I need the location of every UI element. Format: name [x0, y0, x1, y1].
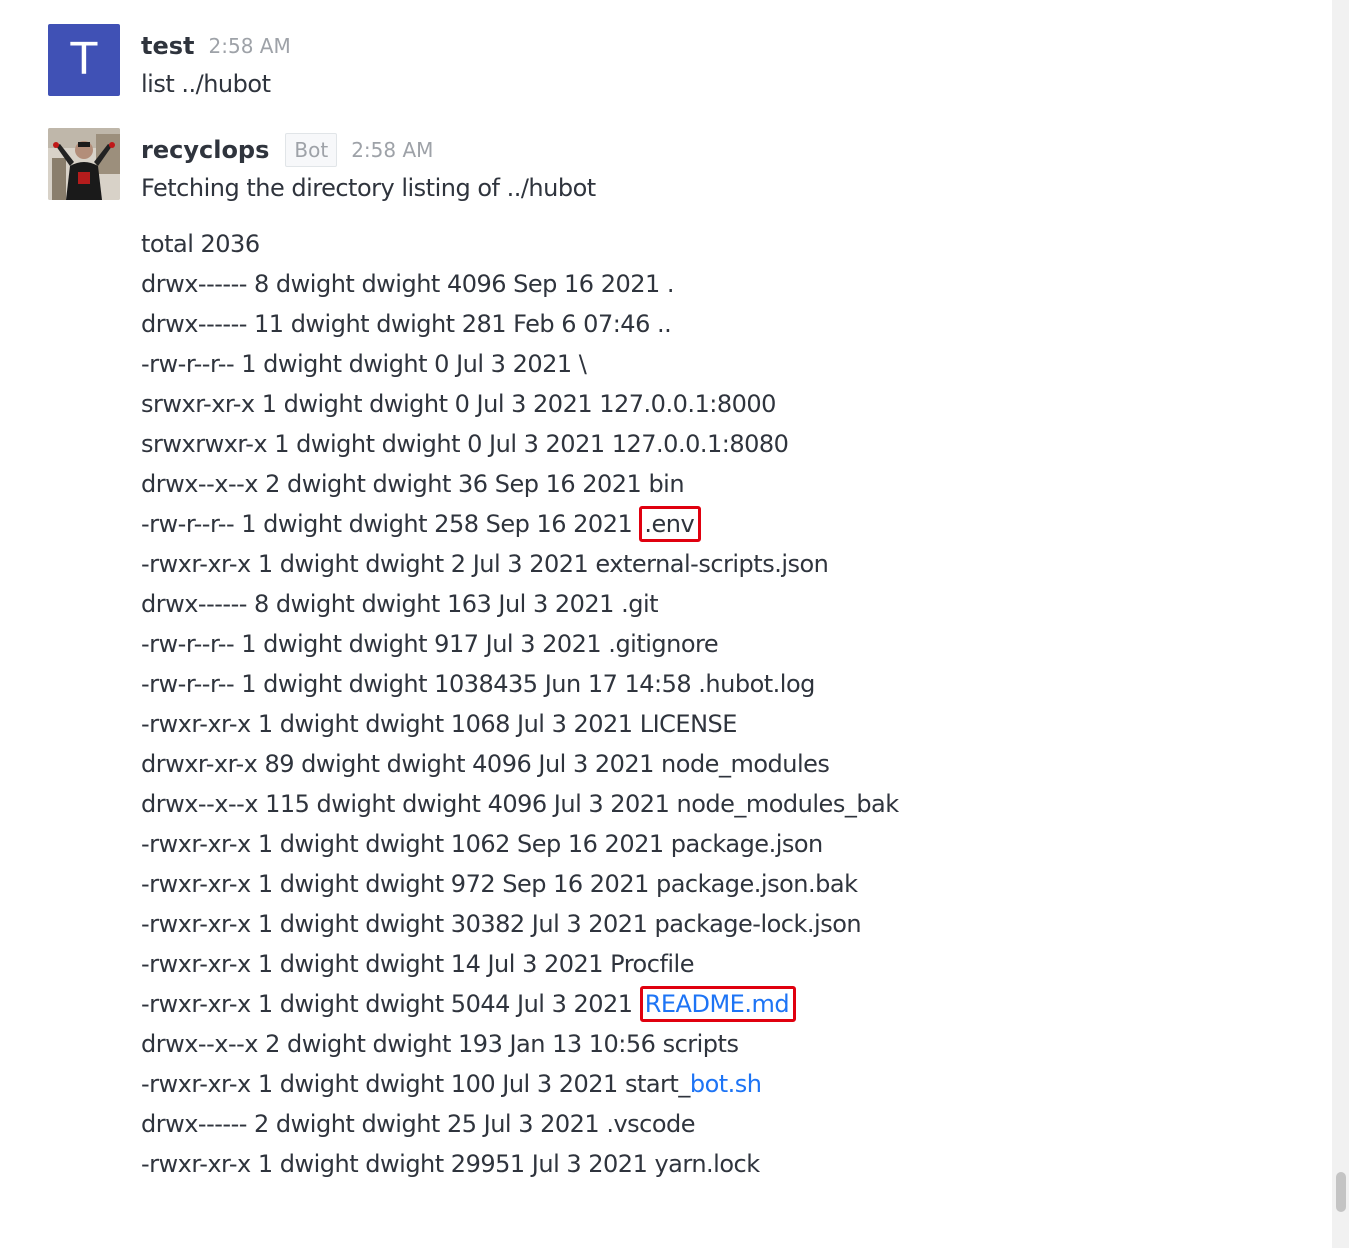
listing-total: total 2036 — [141, 230, 260, 258]
user-photo-icon — [48, 128, 120, 200]
listing-line: -rw-r--r-- 1 dwight dwight 0 Jul 3 2021 … — [141, 344, 1241, 384]
listing-line-text: drwx--x--x 2 dwight dwight 193 Jan 13 10… — [141, 1030, 739, 1058]
listing-line-text: drwx------ 11 dwight dwight 281 Feb 6 07… — [141, 310, 672, 338]
listing-line-text: drwx--x--x 115 dwight dwight 4096 Jul 3 … — [141, 790, 899, 818]
listing-line: -rwxr-xr-x 1 dwight dwight 5044 Jul 3 20… — [141, 984, 1241, 1024]
message-header: recyclops Bot 2:58 AM — [141, 132, 1241, 168]
highlighted-file-link[interactable]: README.md — [639, 986, 797, 1022]
message-body: test 2:58 AM list ../hubot — [141, 24, 1241, 104]
highlighted-filename: .env — [639, 506, 702, 542]
listing-line: -rwxr-xr-x 1 dwight dwight 1068 Jul 3 20… — [141, 704, 1241, 744]
bot-badge: Bot — [285, 133, 338, 167]
directory-listing: total 2036 drwx------ 8 dwight dwight 40… — [141, 224, 1241, 1184]
listing-lines: drwx------ 8 dwight dwight 4096 Sep 16 2… — [141, 264, 1241, 1184]
listing-line-text: -rwxr-xr-x 1 dwight dwight 100 Jul 3 202… — [141, 1070, 690, 1098]
listing-line-text: -rwxr-xr-x 1 dwight dwight 30382 Jul 3 2… — [141, 910, 862, 938]
listing-line: srwxrwxr-x 1 dwight dwight 0 Jul 3 2021 … — [141, 424, 1241, 464]
listing-line: drwx------ 8 dwight dwight 4096 Sep 16 2… — [141, 264, 1241, 304]
listing-line-text: -rw-r--r-- 1 dwight dwight 1038435 Jun 1… — [141, 670, 815, 698]
listing-line-text: -rwxr-xr-x 1 dwight dwight 2 Jul 3 2021 … — [141, 550, 829, 578]
username[interactable]: recyclops — [141, 136, 269, 164]
message-timestamp[interactable]: 2:58 AM — [209, 34, 291, 58]
listing-line: -rwxr-xr-x 1 dwight dwight 972 Sep 16 20… — [141, 864, 1241, 904]
message-timestamp[interactable]: 2:58 AM — [351, 138, 433, 162]
listing-line: -rw-r--r-- 1 dwight dwight 917 Jul 3 202… — [141, 624, 1241, 664]
user-avatar[interactable]: T — [48, 24, 120, 96]
message-body: recyclops Bot 2:58 AM Fetching the direc… — [141, 128, 1241, 1184]
listing-line: -rwxr-xr-x 1 dwight dwight 30382 Jul 3 2… — [141, 904, 1241, 944]
listing-line: drwx--x--x 2 dwight dwight 193 Jan 13 10… — [141, 1024, 1241, 1064]
listing-line: drwx--x--x 2 dwight dwight 36 Sep 16 202… — [141, 464, 1241, 504]
listing-line: -rwxr-xr-x 1 dwight dwight 1062 Sep 16 2… — [141, 824, 1241, 864]
listing-line-text: drwx------ 2 dwight dwight 25 Jul 3 2021… — [141, 1110, 696, 1138]
file-link[interactable]: bot.sh — [690, 1070, 762, 1098]
listing-line: -rwxr-xr-x 1 dwight dwight 29951 Jul 3 2… — [141, 1144, 1241, 1184]
chat-message-list: T test 2:58 AM list ../hubot recyclops B… — [0, 0, 1332, 1248]
listing-line: -rwxr-xr-x 1 dwight dwight 2 Jul 3 2021 … — [141, 544, 1241, 584]
listing-line: drwx------ 2 dwight dwight 25 Jul 3 2021… — [141, 1104, 1241, 1144]
listing-line: srwxr-xr-x 1 dwight dwight 0 Jul 3 2021 … — [141, 384, 1241, 424]
listing-line-text: drwxr-xr-x 89 dwight dwight 4096 Jul 3 2… — [141, 750, 830, 778]
listing-line-text: -rwxr-xr-x 1 dwight dwight 972 Sep 16 20… — [141, 870, 858, 898]
listing-line-text: -rw-r--r-- 1 dwight dwight 917 Jul 3 202… — [141, 630, 719, 658]
listing-line: -rw-r--r-- 1 dwight dwight 1038435 Jun 1… — [141, 664, 1241, 704]
listing-line-text: srwxr-xr-x 1 dwight dwight 0 Jul 3 2021 … — [141, 390, 776, 418]
message-text: Fetching the directory listing of ../hub… — [141, 174, 596, 202]
listing-line: drwx------ 8 dwight dwight 163 Jul 3 202… — [141, 584, 1241, 624]
listing-line-text: -rwxr-xr-x 1 dwight dwight 29951 Jul 3 2… — [141, 1150, 760, 1178]
user-photo-avatar[interactable] — [48, 128, 120, 200]
listing-line-text: drwx--x--x 2 dwight dwight 36 Sep 16 202… — [141, 470, 685, 498]
listing-line-text: -rwxr-xr-x 1 dwight dwight 1062 Sep 16 2… — [141, 830, 823, 858]
vertical-scrollbar[interactable] — [1332, 0, 1349, 1248]
message-text: list ../hubot — [141, 70, 271, 98]
message-header: test 2:58 AM — [141, 28, 1241, 64]
listing-line: drwx------ 11 dwight dwight 281 Feb 6 07… — [141, 304, 1241, 344]
listing-line-text: drwx------ 8 dwight dwight 4096 Sep 16 2… — [141, 270, 675, 298]
listing-line: -rwxr-xr-x 1 dwight dwight 14 Jul 3 2021… — [141, 944, 1241, 984]
listing-line-text: -rwxr-xr-x 1 dwight dwight 1068 Jul 3 20… — [141, 710, 737, 738]
listing-line-text: -rwxr-xr-x 1 dwight dwight 5044 Jul 3 20… — [141, 990, 640, 1018]
listing-line-text: -rw-r--r-- 1 dwight dwight 0 Jul 3 2021 … — [141, 350, 587, 378]
listing-line-text: -rwxr-xr-x 1 dwight dwight 14 Jul 3 2021… — [141, 950, 695, 978]
listing-line-text: srwxrwxr-x 1 dwight dwight 0 Jul 3 2021 … — [141, 430, 789, 458]
scrollbar-thumb[interactable] — [1336, 1172, 1346, 1212]
listing-line-text: drwx------ 8 dwight dwight 163 Jul 3 202… — [141, 590, 659, 618]
listing-line: -rwxr-xr-x 1 dwight dwight 100 Jul 3 202… — [141, 1064, 1241, 1104]
listing-line: -rw-r--r-- 1 dwight dwight 258 Sep 16 20… — [141, 504, 1241, 544]
listing-line-text: -rw-r--r-- 1 dwight dwight 258 Sep 16 20… — [141, 510, 640, 538]
listing-line: drwx--x--x 115 dwight dwight 4096 Jul 3 … — [141, 784, 1241, 824]
username[interactable]: test — [141, 32, 195, 60]
listing-line: drwxr-xr-x 89 dwight dwight 4096 Jul 3 2… — [141, 744, 1241, 784]
